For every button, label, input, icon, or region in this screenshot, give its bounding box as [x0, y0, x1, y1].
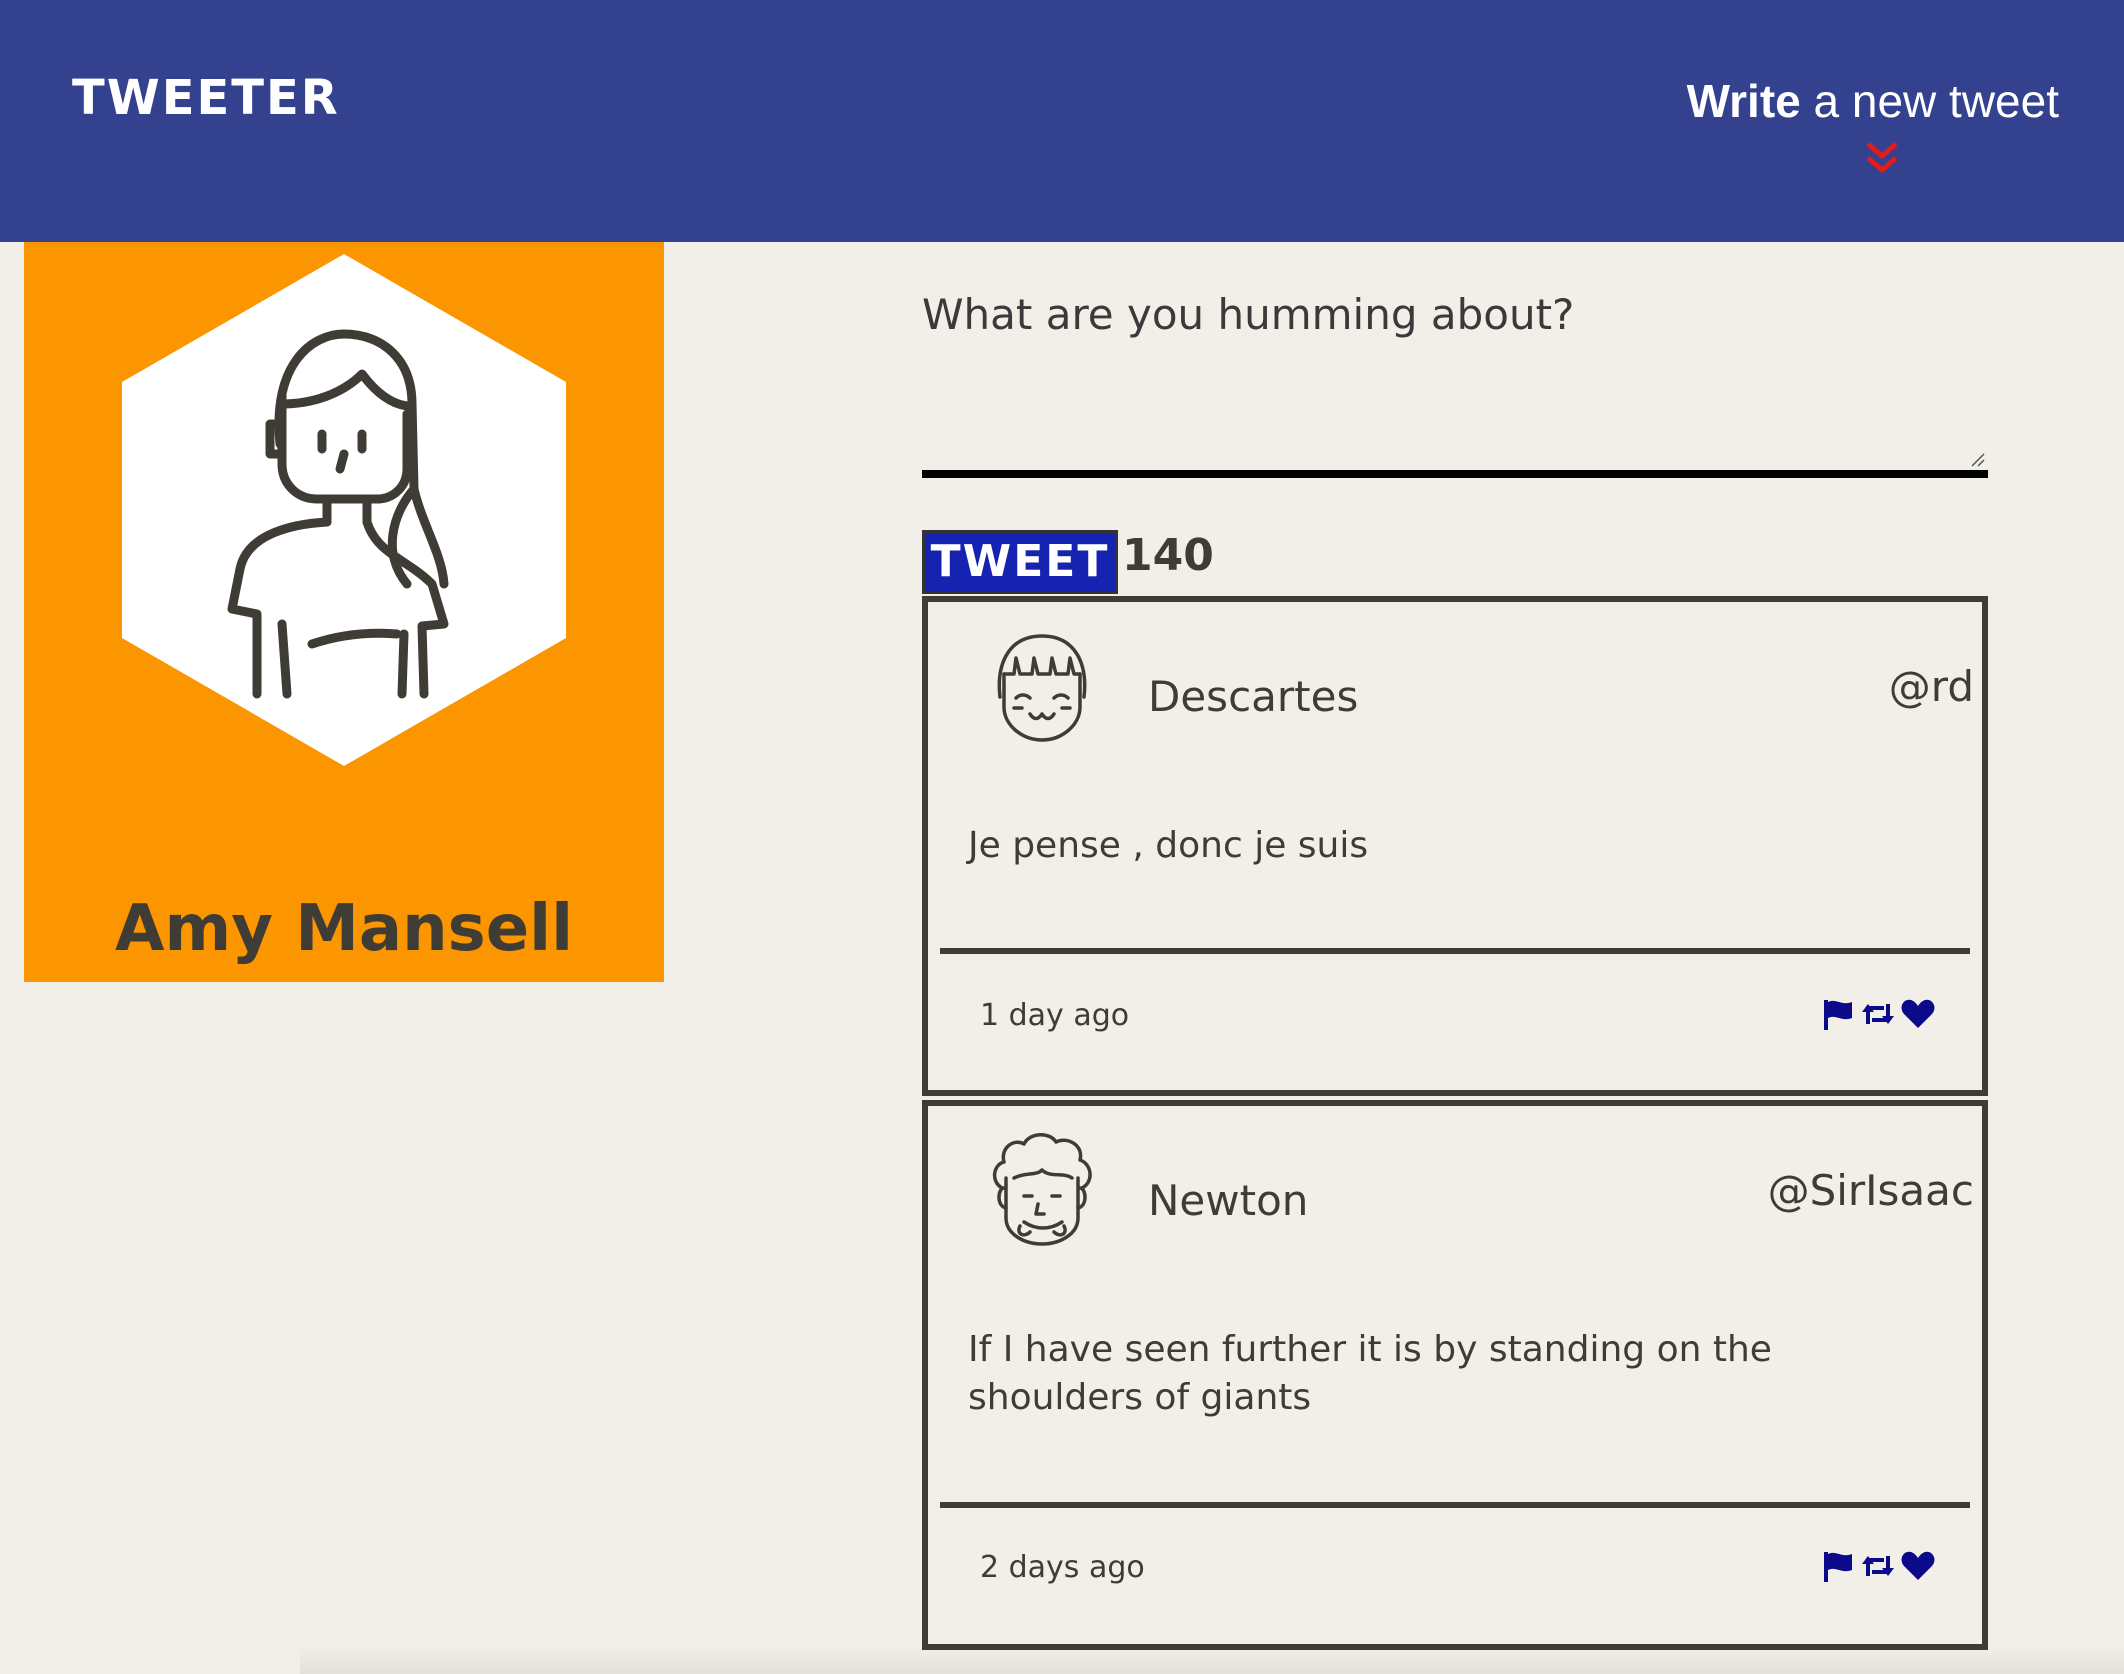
tweet-content: Je pense , donc je suis — [968, 825, 1369, 866]
tweet-content: If I have seen further it is by standing… — [968, 1329, 1772, 1418]
tweet-compose-input[interactable] — [922, 290, 1988, 478]
tweet-timestamp: 1 day ago — [980, 998, 1130, 1033]
navbar: TWEETER Write a new tweet — [0, 0, 2124, 242]
retweet-icon[interactable] — [1860, 996, 1896, 1032]
write-new-tweet-toggle[interactable]: Write a new tweet — [1687, 74, 2059, 128]
tweet-author-name: Descartes — [1148, 672, 1359, 721]
heart-icon[interactable] — [1900, 996, 1936, 1032]
tweet-divider — [940, 1502, 1970, 1508]
smiling-girl-avatar-icon — [997, 634, 1087, 742]
double-chevron-down-icon[interactable] — [1862, 138, 1902, 178]
tweet-timestamp: 2 days ago — [980, 1550, 1145, 1585]
heart-icon[interactable] — [1900, 1548, 1936, 1584]
curly-hair-man-avatar-icon — [992, 1133, 1092, 1246]
compose-toggle-bold: Write — [1686, 75, 1801, 127]
profile-card: Amy Mansell — [24, 242, 664, 982]
tweet-author-name: Newton — [1148, 1176, 1309, 1225]
compose-toggle-rest: a new tweet — [1800, 75, 2060, 127]
tweet-actions — [1820, 1548, 1936, 1584]
woman-avatar-icon — [122, 254, 566, 766]
flag-icon[interactable] — [1820, 1548, 1856, 1584]
profile-name: Amy Mansell — [114, 892, 574, 966]
page-bottom-shadow — [300, 1644, 2124, 1674]
tweet-card: Newton @SirIsaac If I have seen further … — [922, 1100, 1988, 1650]
flag-icon[interactable] — [1820, 996, 1856, 1032]
char-counter: 140 — [1122, 530, 1214, 581]
brand-logo: TWEETER — [72, 70, 340, 126]
tweet-card: Descartes @rd Je pense , donc je suis 1 … — [922, 596, 1988, 1096]
tweet-actions — [1820, 996, 1936, 1032]
tweet-author-handle[interactable]: @rd — [1889, 662, 1974, 711]
tweet-divider — [940, 948, 1970, 954]
retweet-icon[interactable] — [1860, 1548, 1896, 1584]
tweet-submit-button[interactable]: TWEET — [922, 530, 1118, 594]
resize-grip-icon[interactable] — [1970, 452, 1986, 468]
tweet-author-handle[interactable]: @SirIsaac — [1768, 1166, 1974, 1215]
